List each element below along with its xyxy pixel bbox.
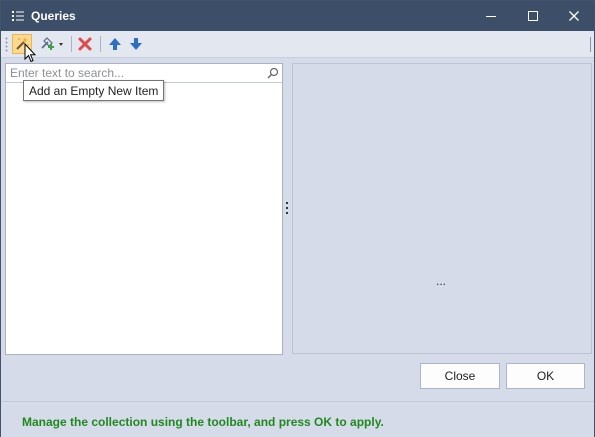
- toolbar-grip-icon[interactable]: [5, 37, 8, 52]
- toolbar-overflow-grip: [590, 37, 591, 52]
- toolbar-separator: [71, 36, 72, 52]
- status-message: Manage the collection using the toolbar,…: [22, 415, 384, 429]
- window-title: Queries: [31, 9, 76, 23]
- maximize-button[interactable]: [513, 1, 553, 31]
- ok-button[interactable]: OK: [506, 363, 585, 389]
- toolbar-tooltip: Add an Empty New Item: [23, 80, 165, 101]
- arrow-down-icon: [130, 38, 142, 50]
- splitter-grip-icon: [286, 202, 288, 214]
- queries-dialog: Queries Enter text to search... ... Clos…: [0, 0, 595, 437]
- maximize-icon: [528, 11, 538, 21]
- delete-button[interactable]: [75, 34, 95, 54]
- move-down-button[interactable]: [126, 34, 146, 54]
- minimize-icon: [486, 16, 496, 17]
- empty-panel-placeholder: ...: [436, 274, 447, 288]
- toolbar-separator: [100, 36, 101, 52]
- close-button[interactable]: Close: [420, 363, 500, 389]
- minimize-button[interactable]: [471, 1, 511, 31]
- add-dropdown-icon: [41, 37, 63, 50]
- collection-list[interactable]: [6, 83, 282, 354]
- list-icon: [12, 11, 24, 21]
- title-bar[interactable]: Queries: [1, 1, 594, 31]
- collection-list-panel[interactable]: [5, 63, 283, 355]
- arrow-up-icon: [109, 38, 121, 50]
- toolbar: [1, 31, 594, 58]
- item-properties-panel: ...: [292, 63, 592, 354]
- search-input[interactable]: [10, 65, 260, 81]
- move-up-button[interactable]: [105, 34, 125, 54]
- delete-x-icon: [78, 37, 92, 51]
- close-window-button[interactable]: [554, 1, 594, 31]
- status-bar: Manage the collection using the toolbar,…: [1, 401, 594, 437]
- close-icon: [569, 11, 579, 21]
- add-item-dropdown-button[interactable]: [37, 34, 67, 54]
- mouse-cursor-icon: [24, 43, 36, 63]
- search-icon[interactable]: [267, 67, 279, 79]
